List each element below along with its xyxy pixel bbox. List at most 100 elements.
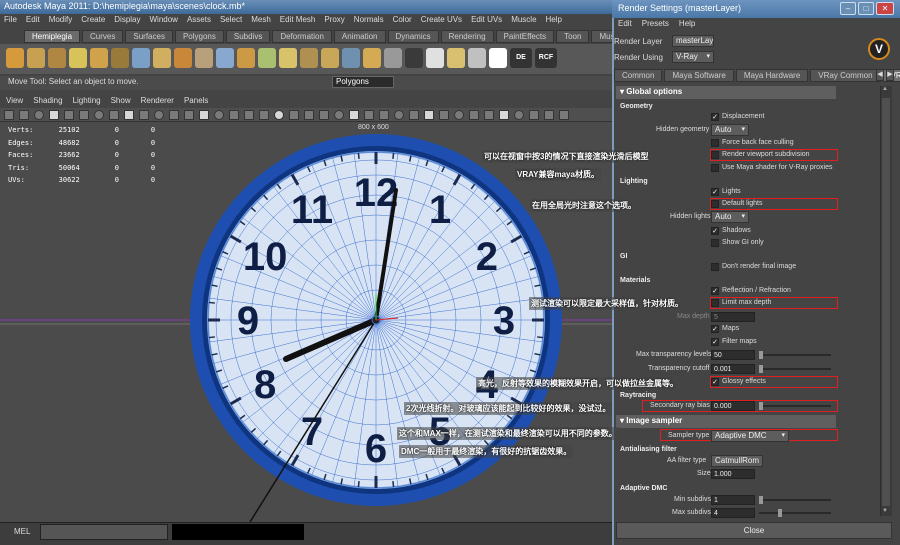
panel-tool-icon[interactable] <box>124 110 134 120</box>
scroll-track[interactable] <box>882 98 890 506</box>
panel-tool-icon[interactable] <box>409 110 419 120</box>
section-global-options[interactable]: ▾ Global options <box>616 86 836 99</box>
slider-knob[interactable] <box>778 509 782 517</box>
shelf-tab-subdivs[interactable]: Subdivs <box>225 30 271 43</box>
shelf-tool-icon[interactable] <box>279 48 297 68</box>
max-depth-field[interactable]: 5 <box>711 312 755 322</box>
tab-scroll-right-icon[interactable]: ▶ <box>886 69 894 81</box>
slider-knob[interactable] <box>759 351 763 359</box>
menu-item-edit-mesh[interactable]: Edit Mesh <box>280 15 316 27</box>
panel-tool-icon[interactable] <box>34 110 44 120</box>
secondary-bias-field[interactable]: 0.000 <box>711 401 755 411</box>
hidden-lights-select[interactable]: Auto <box>711 211 749 223</box>
panel-tool-icon[interactable] <box>79 110 89 120</box>
panel-tool-icon[interactable] <box>259 110 269 120</box>
shelf-tool-icon[interactable] <box>300 48 318 68</box>
shelf-tab-curves[interactable]: Curves <box>82 30 124 43</box>
tab-vray-common[interactable]: VRay Common <box>810 69 881 82</box>
max-subdivs-field[interactable]: 4 <box>711 508 755 518</box>
shelf-tab-toon[interactable]: Toon <box>556 30 590 43</box>
shelf-tab-painteffects[interactable]: PaintEffects <box>495 30 555 43</box>
shelf-tool-icon[interactable] <box>405 48 423 68</box>
max-transparency-slider[interactable] <box>759 354 831 356</box>
shelf-tab-animation[interactable]: Animation <box>333 30 386 43</box>
menu-item-create-uvs[interactable]: Create UVs <box>421 15 462 27</box>
sampler-type-select[interactable]: Adaptive DMC <box>711 430 789 442</box>
panel-tool-icon[interactable] <box>499 110 509 120</box>
panel-tool-icon[interactable] <box>49 110 59 120</box>
panel-tool-icon[interactable] <box>529 110 539 120</box>
panel-menu-show[interactable]: Show <box>111 96 131 108</box>
panel-tool-icon[interactable] <box>514 110 524 120</box>
shelf-tool-icon[interactable] <box>111 48 129 68</box>
scroll-up-icon[interactable]: ▲ <box>882 86 890 94</box>
tab-maya-software[interactable]: Maya Software <box>664 69 734 82</box>
maya-shader-proxies-checkbox[interactable] <box>711 164 719 172</box>
shelf-tab-dynamics[interactable]: Dynamics <box>387 30 439 43</box>
panel-tool-icon[interactable] <box>379 110 389 120</box>
rs-menu-help[interactable]: Help <box>679 19 695 31</box>
panel-tool-icon[interactable] <box>19 110 29 120</box>
panel-tool-icon[interactable] <box>274 110 284 120</box>
render-viewport-subdiv-checkbox[interactable] <box>711 151 719 159</box>
panel-tool-icon[interactable] <box>364 110 374 120</box>
shelf-tool-icon[interactable] <box>468 48 486 68</box>
panel-tool-icon[interactable] <box>154 110 164 120</box>
maximize-button[interactable]: □ <box>858 2 874 15</box>
menu-item-color[interactable]: Color <box>393 15 412 27</box>
panel-tool-icon[interactable] <box>439 110 449 120</box>
aa-filter-type-select[interactable]: CatmullRom <box>711 455 763 467</box>
rs-menu-presets[interactable]: Presets <box>642 19 669 31</box>
shadows-checkbox[interactable]: ✓ <box>711 227 719 235</box>
filter-size-field[interactable]: 1.000 <box>711 469 755 479</box>
shelf-tool-icon[interactable] <box>90 48 108 68</box>
menu-item-help[interactable]: Help <box>546 15 562 27</box>
menu-item-assets[interactable]: Assets <box>187 15 211 27</box>
shelf-tool-icon[interactable] <box>384 48 402 68</box>
panel-tool-icon[interactable] <box>319 110 329 120</box>
shelf-tool-icon[interactable] <box>216 48 234 68</box>
menu-item-muscle[interactable]: Muscle <box>511 15 536 27</box>
shelf-tab-muscle[interactable]: Muscle <box>591 30 612 43</box>
limit-max-depth-checkbox[interactable] <box>711 299 719 307</box>
menu-item-select[interactable]: Select <box>220 15 242 27</box>
minimize-button[interactable]: – <box>840 2 856 15</box>
close-button[interactable]: Close <box>616 522 892 539</box>
shelf-tool-icon[interactable] <box>447 48 465 68</box>
shelf-tab-polygons[interactable]: Polygons <box>174 30 224 43</box>
panel-tool-icon[interactable] <box>214 110 224 120</box>
shelf-tool-icon[interactable] <box>174 48 192 68</box>
menu-item-window[interactable]: Window <box>150 15 178 27</box>
shelf-tab-hemiplegia[interactable]: Hemiplegia <box>24 30 81 43</box>
menu-item-edit[interactable]: Edit <box>26 15 40 27</box>
shelf-tool-icon[interactable] <box>48 48 66 68</box>
menu-item-edit-uvs[interactable]: Edit UVs <box>471 15 502 27</box>
filter-maps-checkbox[interactable]: ✓ <box>711 338 719 346</box>
shelf-tool-icon[interactable] <box>27 48 45 68</box>
panel-tool-icon[interactable] <box>64 110 74 120</box>
tab-maya-hardware[interactable]: Maya Hardware <box>735 69 809 82</box>
transparency-cutoff-slider[interactable] <box>759 368 831 370</box>
max-subdivs-slider[interactable] <box>759 512 831 514</box>
render-layer-select[interactable]: masterLayer <box>672 35 714 47</box>
shelf-tool-icon[interactable] <box>69 48 87 68</box>
panel-tool-icon[interactable] <box>184 110 194 120</box>
lights-checkbox[interactable]: ✓ <box>711 188 719 196</box>
renderer-select[interactable]: V-Ray <box>672 51 714 63</box>
reflection-refraction-checkbox[interactable]: ✓ <box>711 287 719 295</box>
slider-knob[interactable] <box>759 365 763 373</box>
panel-menu-view[interactable]: View <box>6 96 23 108</box>
mel-input[interactable] <box>40 524 168 540</box>
menu-item-proxy[interactable]: Proxy <box>324 15 344 27</box>
shelf-tab-rendering[interactable]: Rendering <box>440 30 494 43</box>
panel-tool-icon[interactable] <box>544 110 554 120</box>
panel-tool-icon[interactable] <box>334 110 344 120</box>
menu-item-file[interactable]: File <box>4 15 17 27</box>
scroll-down-icon[interactable]: ▼ <box>882 508 890 516</box>
panel-tool-icon[interactable] <box>304 110 314 120</box>
tab-common[interactable]: Common <box>614 69 663 82</box>
panel-tool-icon[interactable] <box>394 110 404 120</box>
slider-knob[interactable] <box>759 496 763 504</box>
panel-tool-icon[interactable] <box>424 110 434 120</box>
panel-tool-icon[interactable] <box>244 110 254 120</box>
